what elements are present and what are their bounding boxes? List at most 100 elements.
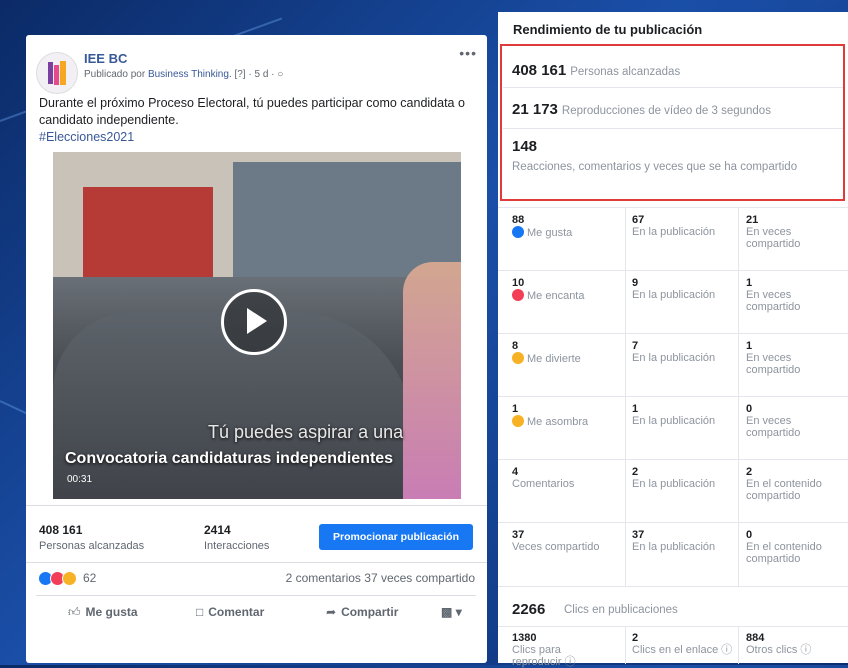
row-label: Comentarios [512, 478, 575, 490]
row-on-post-label: En la publicación [632, 289, 716, 301]
row-total: 88 [512, 214, 525, 226]
video-window [233, 162, 461, 277]
row-total: 8 [512, 340, 519, 352]
video-red-wall [83, 187, 213, 277]
info-icon[interactable]: ⓘ [721, 644, 732, 656]
breakdown-row-haha: 8 Me divierte 7 En la publicación 1 En vece… [498, 333, 848, 398]
row-shared: 2 [746, 466, 753, 478]
row-shared: 0 [746, 529, 753, 541]
publisher-link[interactable]: Business Thinking. [148, 69, 232, 80]
post-meta: [?] · 5 d · [234, 69, 275, 80]
interactions-label: Interacciones [204, 540, 270, 552]
breakdown-row-shares: 37 Veces compartido 37 En la publicación 0… [498, 522, 848, 587]
row-on-post: 1 [632, 403, 639, 415]
chevron-down-icon: ▾ [455, 605, 462, 619]
row-label: Me encanta [527, 290, 585, 302]
column-divider [738, 627, 739, 664]
info-icon[interactable]: ⓘ [800, 644, 811, 656]
row-shared-label: En el contenido compartido [746, 541, 822, 565]
performance-panel: Rendimiento de tu publicación 408 161 Per… [498, 12, 848, 668]
thumbs-up-icon: 👍︎ [68, 605, 81, 619]
page-name[interactable]: IEE BC [84, 51, 127, 66]
info-icon[interactable]: ⓘ [565, 656, 576, 668]
row-total: 10 [512, 277, 525, 289]
breakdown-row-comments: 4 Comentarios 2 En la publicación 2 En el c… [498, 459, 848, 524]
row-total: 4 [512, 466, 519, 478]
row-shared: 21 [746, 214, 759, 226]
reach-value: 408 161 [39, 523, 83, 537]
hashtag-link[interactable]: #Elecciones2021 [39, 130, 134, 144]
panel-title: Rendimiento de tu publicación [513, 22, 703, 37]
video-overlay-text: Tú puedes aspirar a una [208, 422, 404, 442]
column-divider [625, 627, 626, 664]
clicks-link-label: Clics en el enlace [632, 644, 719, 656]
comment-button[interactable]: □ Comentar [196, 605, 264, 619]
like-button[interactable]: 👍︎ Me gusta [68, 605, 138, 620]
video-caption: Convocatoria candidaturas independientes [65, 450, 394, 467]
row-shared: 1 [746, 277, 753, 289]
page-avatar-icon: ▩ [441, 605, 453, 619]
row-on-post-label: En la publicación [632, 478, 716, 490]
comment-icon: □ [196, 605, 204, 619]
row-on-post: 37 [632, 529, 645, 541]
row-label: Me asombra [527, 416, 589, 428]
row-on-post-label: En la publicación [632, 415, 716, 427]
row-on-post: 67 [632, 214, 645, 226]
reactions-count[interactable]: 62 [83, 571, 96, 585]
clicks-total-value: 2266 [512, 601, 546, 618]
row-shared-label: En veces compartido [746, 415, 801, 439]
post-video[interactable]: Tú puedes aspirar a una Convocatoria can… [53, 152, 461, 499]
audience-selector[interactable]: ▩ ▾ [441, 605, 462, 619]
row-label: Me gusta [527, 227, 573, 239]
page-avatar[interactable] [36, 52, 78, 94]
row-on-post-label: En la publicación [632, 541, 716, 553]
more-options-icon[interactable]: ••• [459, 45, 477, 61]
like-icon [512, 226, 524, 238]
row-total: 1 [512, 403, 519, 415]
row-on-post-label: En la publicación [632, 226, 716, 238]
share-label: Compartir [341, 605, 399, 619]
row-label: Me divierte [527, 353, 581, 365]
iee-logo-icon [48, 61, 66, 85]
row-shared-label: En veces compartido [746, 226, 801, 250]
share-button[interactable]: ➦ Compartir [326, 605, 398, 619]
post-card: IEE BC Publicado por Business Thinking. … [26, 35, 487, 663]
row-shared: 1 [746, 340, 753, 352]
row-on-post: 2 [632, 466, 639, 478]
share-icon: ➦ [326, 605, 337, 619]
comments-shares-summary[interactable]: 2 comentarios 37 veces compartido [286, 571, 475, 585]
row-on-post: 9 [632, 277, 639, 289]
row-total: 37 [512, 529, 525, 541]
post-clicks-section: 2266 Clics en publicaciones 1380 Clics pa… [498, 586, 848, 668]
row-shared-label: En veces compartido [746, 352, 801, 376]
wow-icon [512, 415, 524, 427]
row-on-post-label: En la publicación [632, 352, 716, 364]
haha-reaction-icon [62, 571, 77, 586]
highlight-box [500, 44, 845, 201]
haha-icon [512, 352, 524, 364]
globe-icon: ○ [277, 69, 284, 80]
clicks-link-value: 2 [632, 632, 639, 644]
video-person [403, 262, 461, 499]
post-text: Durante el próximo Proceso Electoral, tú… [39, 96, 465, 127]
video-duration: 00:31 [67, 474, 93, 485]
post-stats: 408 161 Personas alcanzadas 2414 Interac… [26, 505, 487, 561]
interactions-value: 2414 [204, 523, 231, 537]
post-byline: Publicado por Business Thinking. [?] · 5… [84, 69, 283, 80]
clicks-total-label: Clics en publicaciones [564, 604, 678, 616]
breakdown-row-love: 10 Me encanta 9 En la publicación 1 En vece… [498, 270, 848, 335]
clicks-play-label: Clics para reproducir [512, 644, 562, 668]
promote-button[interactable]: Promocionar publicación [319, 524, 473, 550]
row-shared: 0 [746, 403, 753, 415]
post-actions: 👍︎ Me gusta □ Comentar ➦ Compartir ▩ ▾ [36, 595, 476, 630]
row-on-post: 7 [632, 340, 639, 352]
row-shared-label: En el contenido compartido [746, 478, 822, 502]
published-by-label: Publicado por [84, 69, 146, 80]
reactions-row: 62 2 comentarios 37 veces compartido [26, 562, 487, 593]
clicks-play-value: 1380 [512, 632, 537, 644]
breakdown-row-wow: 1 Me asombra 1 En la publicación 0 En veces… [498, 396, 848, 461]
row-label: Veces compartido [512, 541, 600, 553]
reach-label: Personas alcanzadas [39, 540, 145, 552]
love-icon [512, 289, 524, 301]
play-button[interactable] [221, 289, 287, 355]
